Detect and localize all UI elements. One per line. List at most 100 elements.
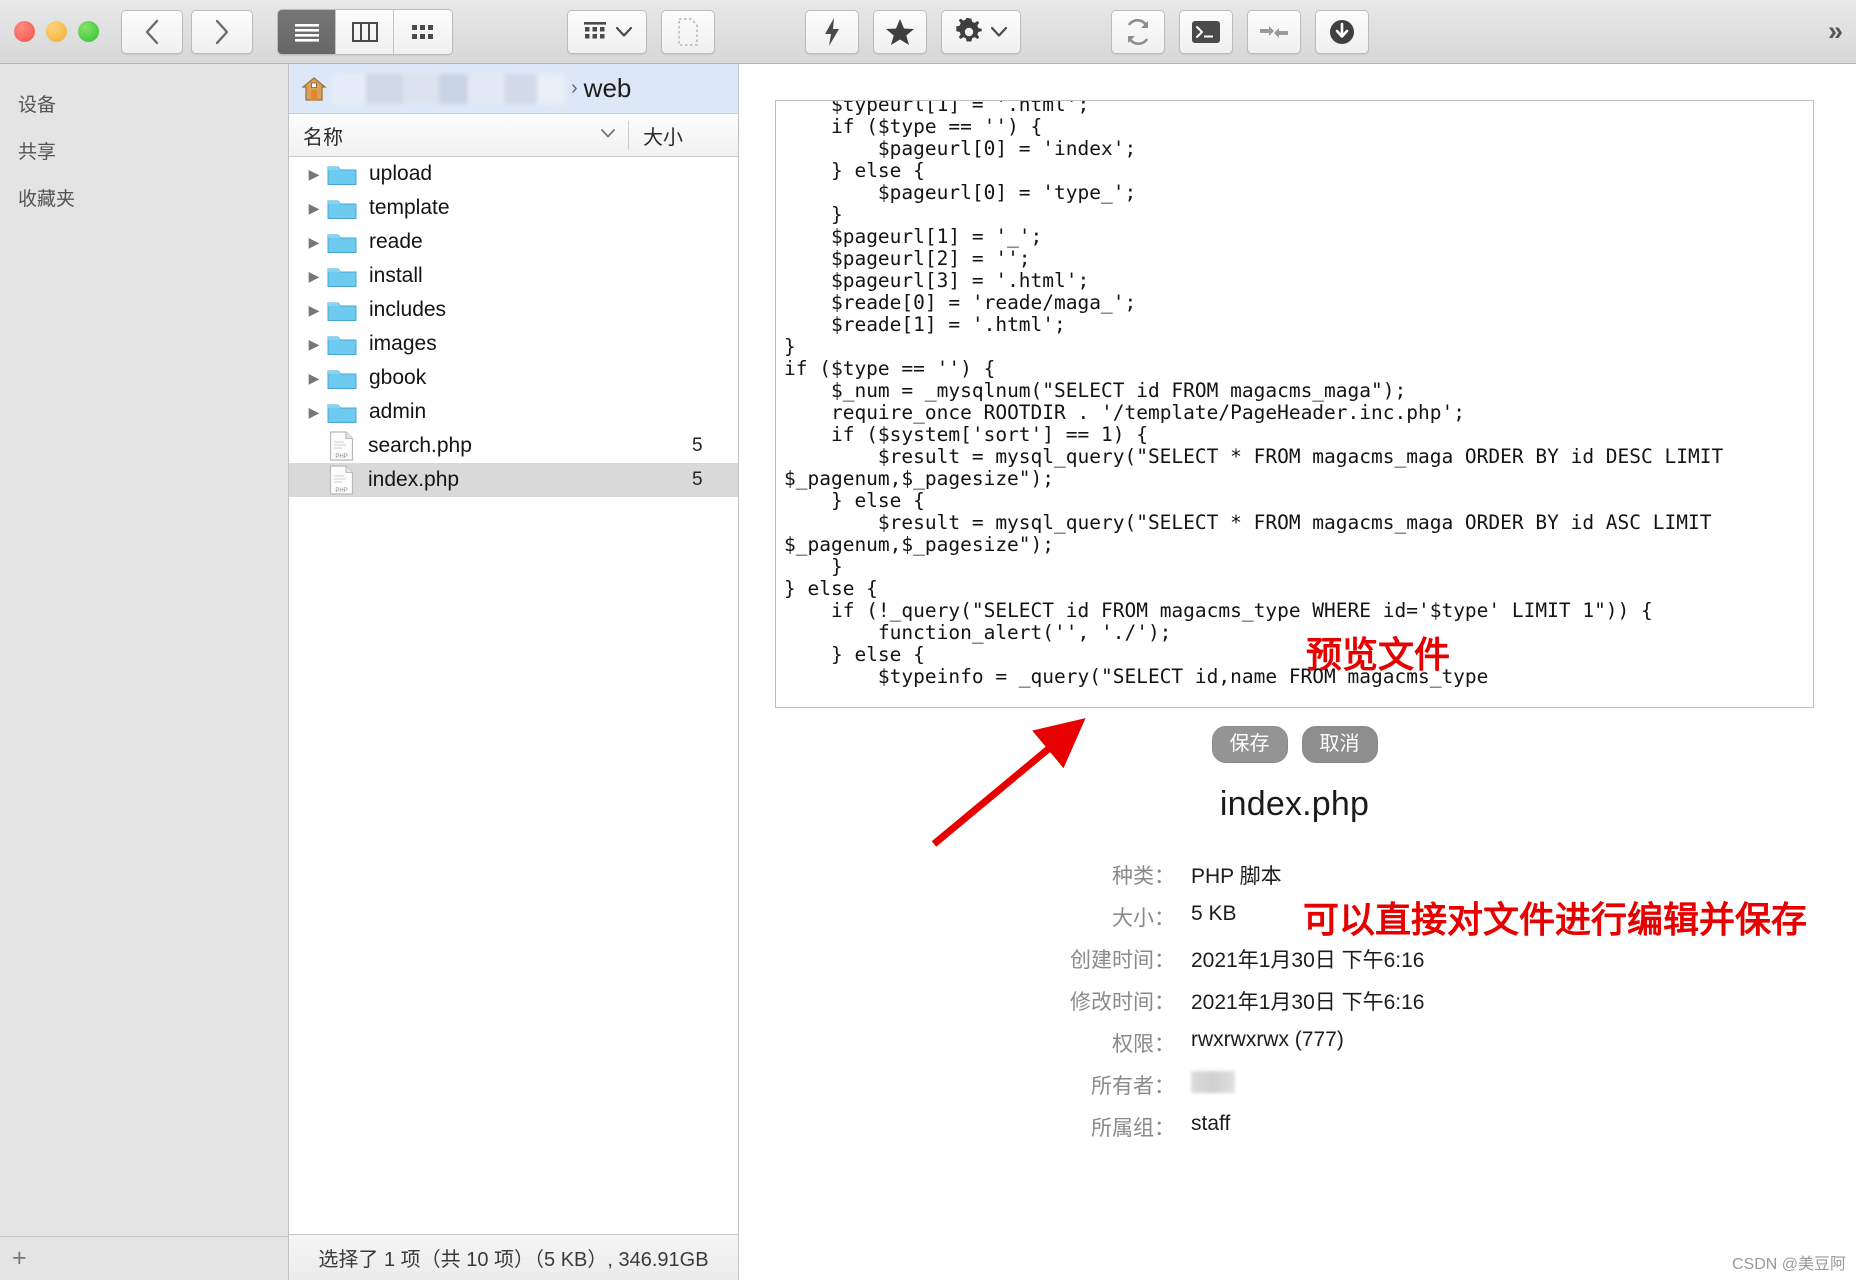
folder-icon xyxy=(327,200,357,219)
metadata-value xyxy=(1191,1070,1814,1100)
grid-view-icon xyxy=(412,24,433,39)
grid-view-button[interactable] xyxy=(394,9,452,54)
save-button[interactable]: 保存 xyxy=(1211,726,1288,763)
chevron-right-icon xyxy=(215,19,229,44)
disclosure-triangle-icon[interactable]: ▶ xyxy=(303,370,325,387)
file-row[interactable]: ▶ gbook xyxy=(289,361,738,395)
disclosure-triangle-icon[interactable]: ▶ xyxy=(303,302,325,319)
breadcrumb[interactable]: › web xyxy=(289,64,738,114)
disclosure-triangle-icon[interactable]: ▶ xyxy=(303,200,325,217)
window-controls xyxy=(14,21,99,42)
file-list: ▶ upload ▶ template ▶ reade ▶ install ▶ includes ▶… xyxy=(289,157,738,1234)
file-row[interactable]: ▶ images xyxy=(289,327,738,361)
sidebar-add-button[interactable]: + xyxy=(0,1236,288,1280)
metadata-key: 权限： xyxy=(1112,1033,1175,1056)
sidebar: 设备 共享 收藏夹 + xyxy=(0,64,289,1280)
metadata-key: 创建时间： xyxy=(1070,949,1175,972)
file-name: install xyxy=(369,264,423,287)
breadcrumb-path-blurred xyxy=(333,73,565,104)
sidebar-item-shared[interactable]: 共享 xyxy=(0,127,288,174)
arrange-button[interactable] xyxy=(567,9,647,54)
column-view-icon xyxy=(351,21,378,42)
column-view-button[interactable] xyxy=(336,9,394,54)
folder-icon xyxy=(327,370,357,389)
forward-button[interactable] xyxy=(191,9,253,54)
file-row[interactable]: ▶PHPsearch.php5 xyxy=(289,429,738,463)
main-body: 设备 共享 收藏夹 + › web 名称 大小 ▶ upload ▶ templ… xyxy=(0,64,1856,1280)
owner-blurred xyxy=(1191,1071,1235,1094)
cancel-button[interactable]: 取消 xyxy=(1301,726,1378,763)
disclosure-triangle-icon[interactable]: ▶ xyxy=(303,404,325,421)
svg-text:PHP: PHP xyxy=(335,454,347,460)
column-header-size[interactable]: 大小 xyxy=(628,120,738,150)
editor-actions: 保存 取消 xyxy=(775,726,1814,763)
file-row[interactable]: ▶PHPindex.php5 xyxy=(289,463,738,497)
metadata-value: rwxrwxrwx (777) xyxy=(1191,1028,1344,1051)
chevron-down-icon xyxy=(601,129,615,138)
code-preview-editor[interactable]: $typeurl[1] = '.html'; if ($type == '') … xyxy=(775,100,1814,708)
settings-button[interactable] xyxy=(941,9,1021,54)
file-size: 5 xyxy=(692,469,703,490)
file-row[interactable]: ▶ template xyxy=(289,191,738,225)
navigation-buttons xyxy=(121,9,253,54)
refresh-icon xyxy=(1127,18,1149,45)
metadata-value: staff xyxy=(1191,1112,1231,1135)
metadata-value: 2021年1月30日 下午6:16 xyxy=(1191,991,1425,1014)
metadata-gap xyxy=(1175,1028,1191,1058)
file-name: reade xyxy=(369,230,423,253)
file-row[interactable]: ▶ upload xyxy=(289,157,738,191)
star-icon xyxy=(886,18,914,45)
svg-text:PHP: PHP xyxy=(335,488,347,494)
file-metadata: 种类： PHP 脚本 大小： 5 KB 创建时间： 2021年1月30日 下午6:16 修改… xyxy=(775,860,1814,1142)
new-file-button[interactable] xyxy=(661,9,715,54)
sort-caret-icon[interactable] xyxy=(600,126,628,144)
disclosure-triangle-icon[interactable]: ▶ xyxy=(303,336,325,353)
disclosure-triangle-icon[interactable]: ▶ xyxy=(303,234,325,251)
close-button[interactable] xyxy=(14,21,35,42)
column-header-name[interactable]: 名称 xyxy=(289,121,600,150)
folder-icon xyxy=(327,302,357,321)
disclosure-triangle-icon[interactable]: ▶ xyxy=(303,268,325,285)
file-row[interactable]: ▶ install xyxy=(289,259,738,293)
disclosure-triangle-icon[interactable]: ▶ xyxy=(303,166,325,183)
refresh-button[interactable] xyxy=(1111,9,1165,54)
breadcrumb-current[interactable]: web xyxy=(584,73,632,104)
download-button[interactable] xyxy=(1315,9,1369,54)
zoom-button[interactable] xyxy=(78,21,99,42)
sidebar-item-devices[interactable]: 设备 xyxy=(0,80,288,127)
favorites-button[interactable] xyxy=(873,9,927,54)
metadata-gap xyxy=(1175,986,1191,1016)
transfer-button[interactable] xyxy=(1247,9,1301,54)
list-view-button[interactable] xyxy=(278,9,336,54)
folder-icon xyxy=(327,268,357,287)
terminal-icon xyxy=(1192,20,1220,43)
back-button[interactable] xyxy=(121,9,183,54)
view-mode-segmented-control xyxy=(277,8,453,55)
metadata-key: 所有者： xyxy=(1091,1075,1175,1098)
folder-icon xyxy=(327,166,357,185)
metadata-key: 所属组： xyxy=(1091,1117,1175,1140)
metadata-value: 5 KB xyxy=(1191,902,1237,925)
metadata-value: 2021年1月30日 下午6:16 xyxy=(1191,949,1425,972)
sidebar-item-favorites[interactable]: 收藏夹 xyxy=(0,174,288,221)
file-row[interactable]: ▶ admin xyxy=(289,395,738,429)
file-row[interactable]: ▶ includes xyxy=(289,293,738,327)
code-preview-text[interactable]: $typeurl[1] = '.html'; if ($type == '') … xyxy=(784,101,1803,688)
file-name: search.php xyxy=(368,434,472,457)
home-icon xyxy=(301,76,327,101)
minimize-button[interactable] xyxy=(46,21,67,42)
status-bar: 选择了 1 项（共 10 项）（5 KB）, 346.91GB xyxy=(289,1234,738,1280)
watermark: CSDN @美豆阿 xyxy=(1731,1256,1846,1273)
terminal-button[interactable] xyxy=(1179,9,1233,54)
quick-action-button[interactable] xyxy=(805,9,859,54)
file-name: includes xyxy=(369,298,447,321)
folder-icon xyxy=(327,234,357,253)
metadata-key: 修改时间： xyxy=(1070,991,1175,1014)
file-name: template xyxy=(369,196,450,219)
metadata-key: 大小： xyxy=(1112,907,1175,930)
file-size: 5 xyxy=(692,435,703,456)
metadata-key: 种类： xyxy=(1112,865,1175,888)
toolbar-overflow-button[interactable]: » xyxy=(1828,16,1843,47)
file-row[interactable]: ▶ reade xyxy=(289,225,738,259)
metadata-gap xyxy=(1175,902,1191,932)
